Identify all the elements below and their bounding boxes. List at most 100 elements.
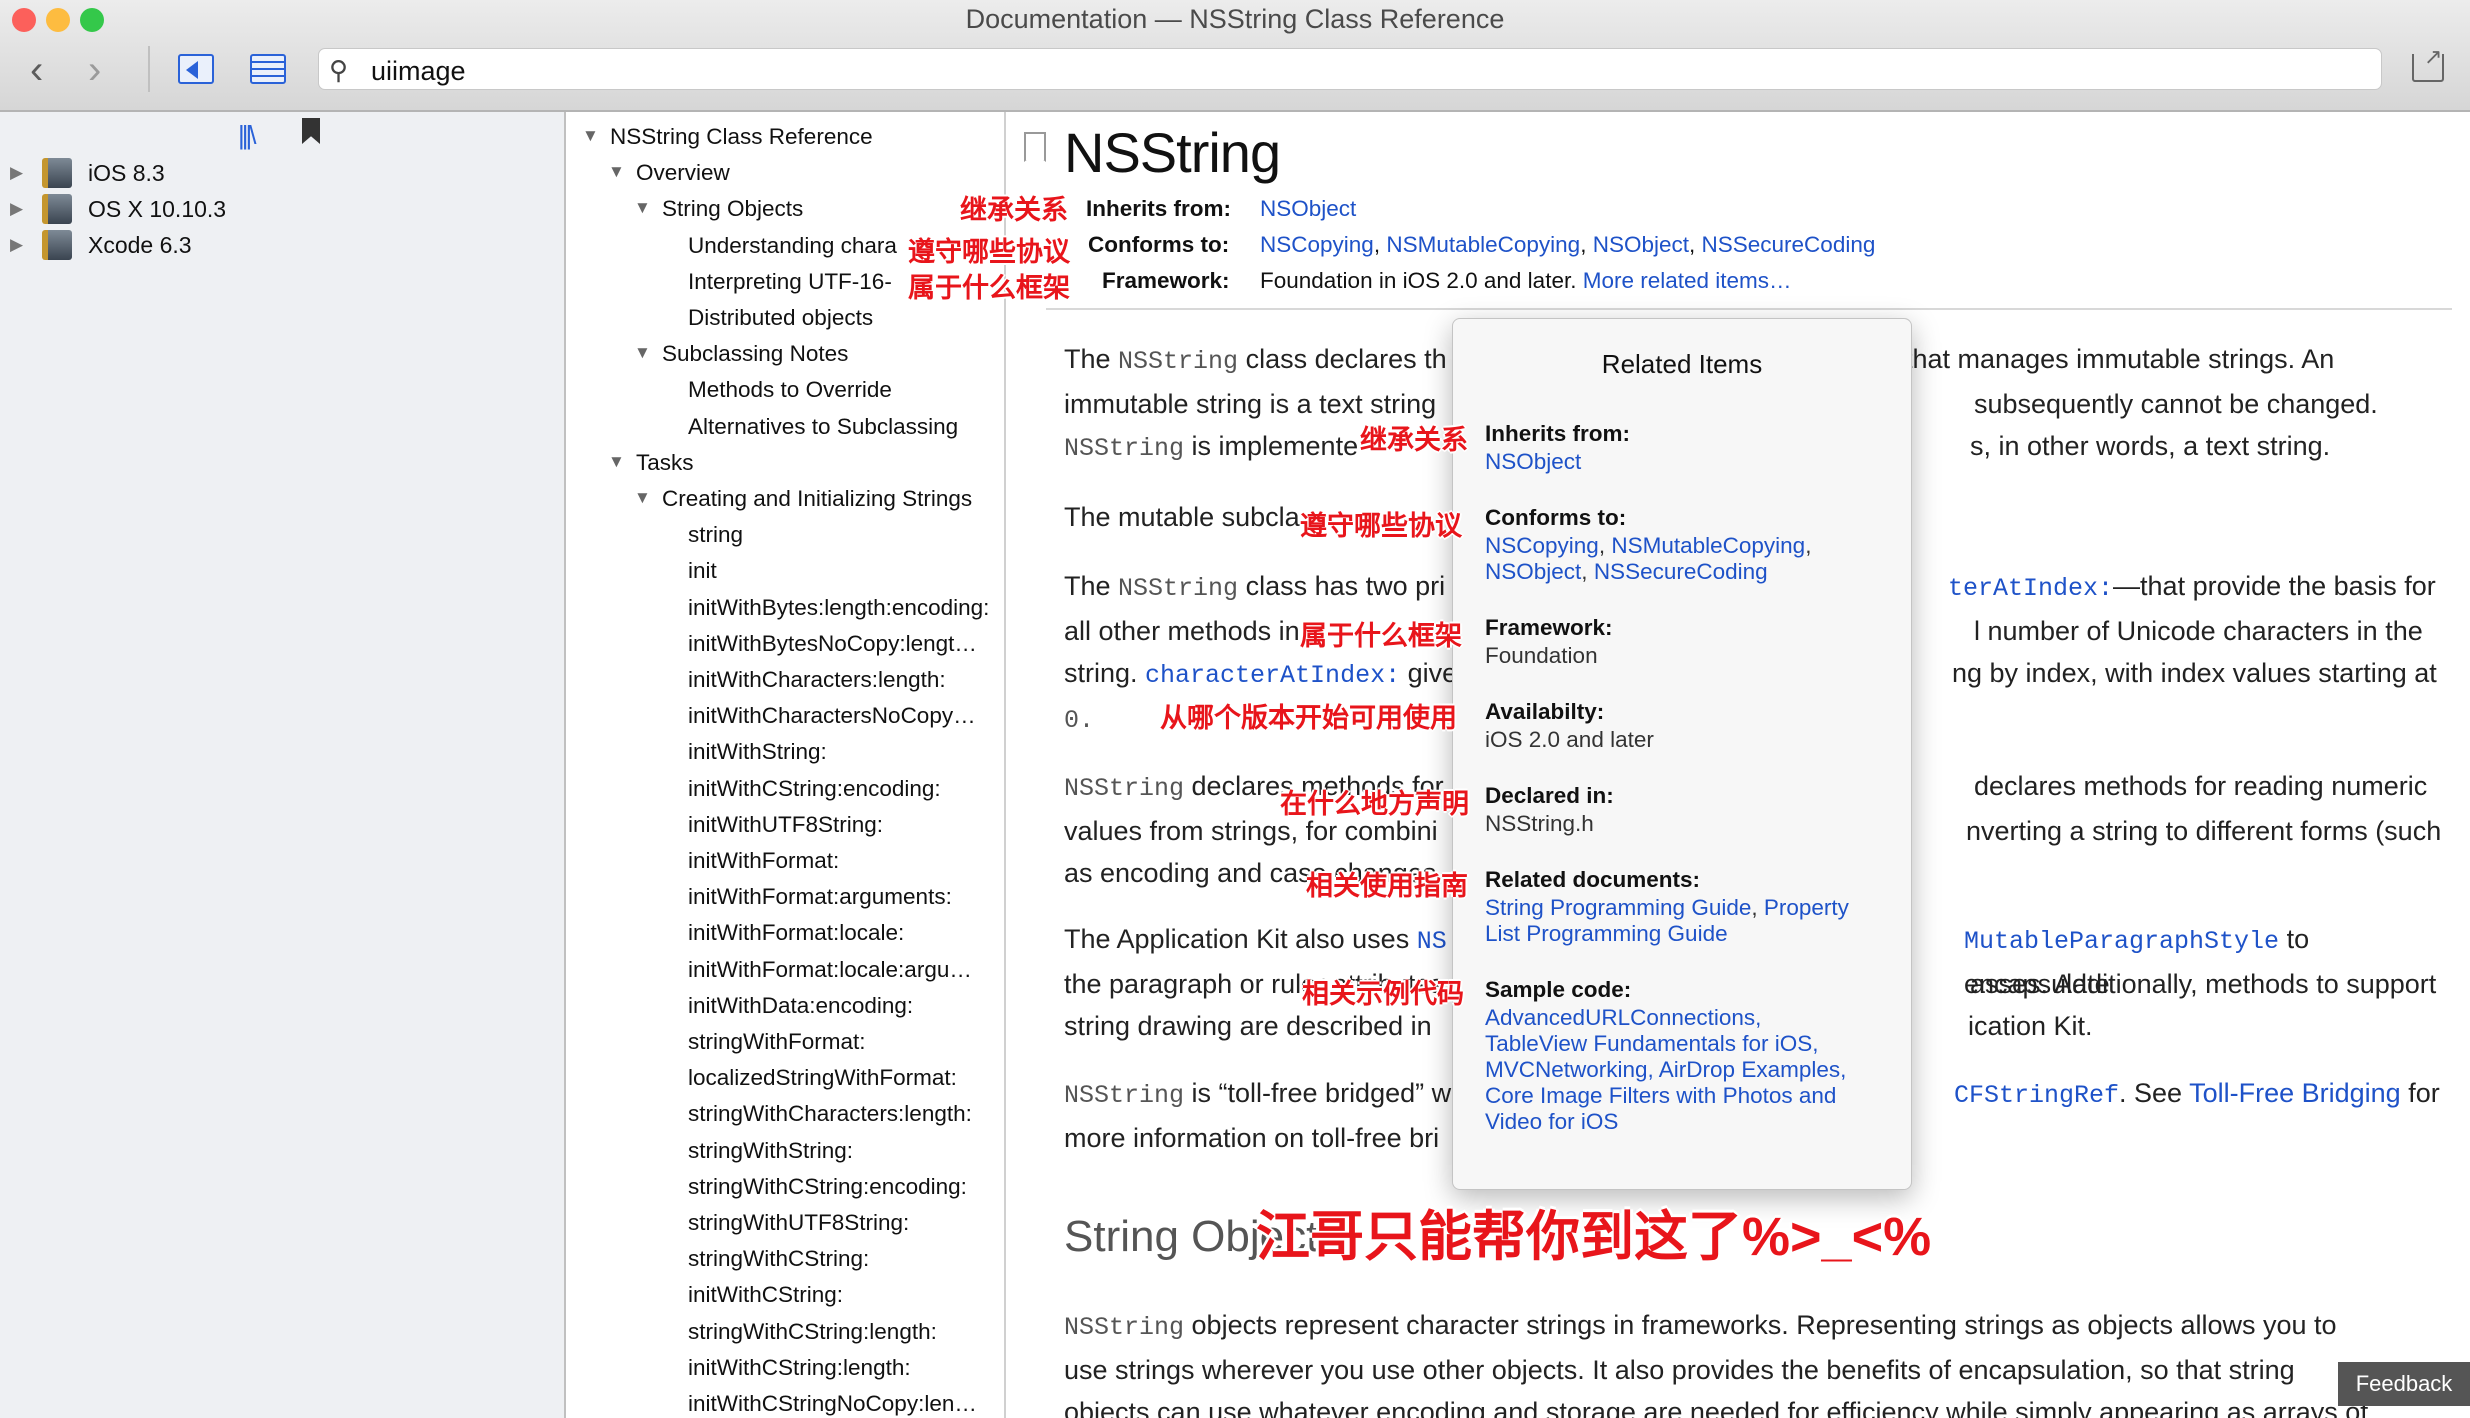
sample-link[interactable]: MVCNetworking, AirDrop Examples, [1485, 1057, 1846, 1082]
disclosure-triangle-icon[interactable]: ▶ [10, 163, 42, 183]
outline-item[interactable]: ▼ String Objects [634, 196, 803, 222]
outline-item[interactable]: ▼ Creating and Initializing Strings [634, 486, 972, 512]
outline-item[interactable]: initWithBytesNoCopy:lengt… [688, 631, 977, 657]
disclosure-triangle-icon[interactable]: ▼ [634, 488, 651, 508]
outline-item[interactable]: initWithCharacters:length: [688, 667, 946, 693]
search-field[interactable]: ⚲ uiimage [318, 48, 2382, 90]
outline-item[interactable]: stringWithCString:length: [688, 1319, 937, 1345]
outline-item[interactable]: initWithCString:length: [688, 1355, 911, 1381]
outline-item[interactable]: initWithString: [688, 739, 827, 765]
share-icon[interactable]: ↗ [2412, 44, 2444, 82]
popover-sample-value[interactable]: AdvancedURLConnections, TableView Fundam… [1485, 1005, 1885, 1135]
outline-item[interactable]: initWithFormat: [688, 848, 839, 874]
protocol-link[interactable]: NSObject [1593, 232, 1689, 257]
toolbar-divider [148, 46, 150, 92]
outline-item[interactable]: initWithCStringNoCopy:len… [688, 1391, 977, 1417]
disclosure-triangle-icon[interactable]: ▶ [10, 235, 42, 255]
protocol-link[interactable]: NSCopying [1485, 533, 1599, 558]
outline-item[interactable]: initWithUTF8String: [688, 812, 883, 838]
outline-item[interactable]: localizedStringWithFormat: [688, 1065, 957, 1091]
outline-item[interactable]: ▼ NSString Class Reference [582, 124, 873, 150]
sample-link[interactable]: AdvancedURLConnections, [1485, 1005, 1761, 1030]
sample-link[interactable]: TableView Fundamentals for iOS, [1485, 1031, 1819, 1056]
protocol-link[interactable]: NSMutableCopying [1611, 533, 1805, 558]
outline-item[interactable]: initWithCString:encoding: [688, 776, 941, 802]
protocol-link[interactable]: NSSecureCoding [1594, 559, 1768, 584]
outline-item[interactable]: stringWithUTF8String: [688, 1210, 909, 1236]
disclosure-triangle-icon[interactable]: ▶ [10, 199, 42, 219]
bookmark-icon[interactable] [302, 118, 320, 144]
sample-link[interactable]: Video for iOS [1485, 1109, 1618, 1134]
popover-conforms-value[interactable]: NSCopying, NSMutableCopying, NSObject, N… [1485, 533, 1885, 585]
outline-item[interactable]: stringWithString: [688, 1138, 853, 1164]
outline-item[interactable]: initWithBytes:length:encoding: [688, 595, 989, 621]
outline-item-label: Alternatives to Subclassing [688, 413, 959, 439]
disclosure-triangle-icon[interactable]: ▼ [582, 126, 599, 146]
method-link[interactable]: terAtIndex: [1948, 574, 2113, 603]
disclosure-triangle-icon[interactable]: ▼ [608, 162, 625, 182]
method-link[interactable]: characterAtIndex: [1145, 661, 1400, 690]
more-related-items-link[interactable]: More related items… [1583, 268, 1792, 293]
chevron-right-icon[interactable]: › [88, 50, 101, 90]
outline-item[interactable]: initWithFormat:arguments: [688, 884, 952, 910]
disclosure-triangle-icon[interactable]: ▼ [634, 198, 651, 218]
bookmark-page-icon[interactable] [1024, 132, 1046, 162]
outline-item[interactable]: stringWithFormat: [688, 1029, 866, 1055]
outline-item[interactable]: ▼ Overview [608, 160, 730, 186]
toll-free-bridging-link[interactable]: Toll-Free Bridging [2189, 1078, 2401, 1108]
outline-item[interactable]: initWithData:encoding: [688, 993, 913, 1019]
search-input[interactable]: uiimage [371, 56, 466, 87]
class-link[interactable]: NS [1417, 927, 1447, 956]
inherits-value[interactable]: NSObject [1260, 196, 1356, 222]
outline-item-label: initWithBytes:length:encoding: [688, 594, 990, 620]
conforms-value[interactable]: NSCopying, NSMutableCopying, NSObject, N… [1260, 232, 1875, 258]
outline-item[interactable]: Methods to Override [688, 377, 892, 403]
outline-item-label: initWithString: [688, 739, 827, 765]
feedback-button[interactable]: Feedback [2338, 1362, 2470, 1406]
sidebar-item-osx[interactable]: ▶ OS X 10.10.3 [10, 192, 226, 226]
toggle-navigator-icon[interactable] [178, 54, 214, 84]
outline-item[interactable]: stringWithCharacters:length: [688, 1101, 972, 1127]
type-link[interactable]: CFStringRef [1954, 1081, 2119, 1110]
outline-item[interactable]: string [688, 522, 743, 548]
chevron-left-icon[interactable]: ‹ [30, 50, 43, 90]
disclosure-triangle-icon[interactable]: ▼ [634, 343, 651, 363]
outline-item[interactable]: initWithFormat:locale: [688, 920, 904, 946]
guide-link[interactable]: Property [1764, 895, 1849, 920]
library-icon[interactable]: |||\ [238, 120, 256, 151]
outline-item[interactable]: stringWithCString: [688, 1246, 869, 1272]
annotation-version: 从哪个版本开始可用使用 [1160, 703, 1457, 733]
outline-item-label: initWithFormat:locale:argu… [688, 956, 972, 982]
outline-item[interactable]: Interpreting UTF-16- [688, 269, 892, 295]
sidebar-item-ios[interactable]: ▶ iOS 8.3 [10, 156, 165, 190]
outline-item[interactable]: ▼ Subclassing Notes [634, 341, 848, 367]
window-title: Documentation — NSString Class Reference [965, 4, 1505, 34]
outline-item[interactable]: initWithCString: [688, 1282, 843, 1308]
page-title: NSString [1064, 121, 1281, 184]
outline-item[interactable]: ▼ Tasks [608, 450, 694, 476]
outline-item[interactable]: initWithCharactersNoCopy… [688, 703, 976, 729]
class-link[interactable]: MutableParagraphStyle [1964, 927, 2279, 956]
protocol-link[interactable]: NSSecureCoding [1702, 232, 1876, 257]
popover-related-value[interactable]: String Programming Guide, Property List … [1485, 895, 1885, 947]
guide-link[interactable]: List Programming Guide [1485, 921, 1728, 946]
guide-link[interactable]: String Programming Guide [1485, 895, 1751, 920]
protocol-link[interactable]: NSCopying [1260, 232, 1374, 257]
popover-framework-value: Foundation [1485, 643, 1598, 668]
outline-item-label: Understanding chara [688, 232, 897, 258]
outline-item[interactable]: Alternatives to Subclassing [688, 414, 958, 440]
sidebar-item-xcode[interactable]: ▶ Xcode 6.3 [10, 228, 192, 262]
protocol-link[interactable]: NSMutableCopying [1386, 232, 1580, 257]
disclosure-triangle-icon[interactable]: ▼ [608, 452, 625, 472]
outline-item[interactable]: init [688, 558, 717, 584]
table-of-contents-icon[interactable] [250, 54, 286, 84]
sample-link[interactable]: Core Image Filters with Photos and [1485, 1083, 1836, 1108]
outline-item[interactable]: Distributed objects [688, 305, 873, 331]
popover-inherits-value[interactable]: NSObject [1485, 449, 1885, 475]
outline-item[interactable]: Understanding chara [688, 233, 897, 259]
annotation-sample: 相关示例代码 [1302, 979, 1464, 1009]
outline-item[interactable]: stringWithCString:encoding: [688, 1174, 967, 1200]
outline-item[interactable]: initWithFormat:locale:argu… [688, 957, 972, 983]
title-bar: Documentation — NSString Class Reference… [0, 0, 2470, 112]
protocol-link[interactable]: NSObject [1485, 559, 1581, 584]
